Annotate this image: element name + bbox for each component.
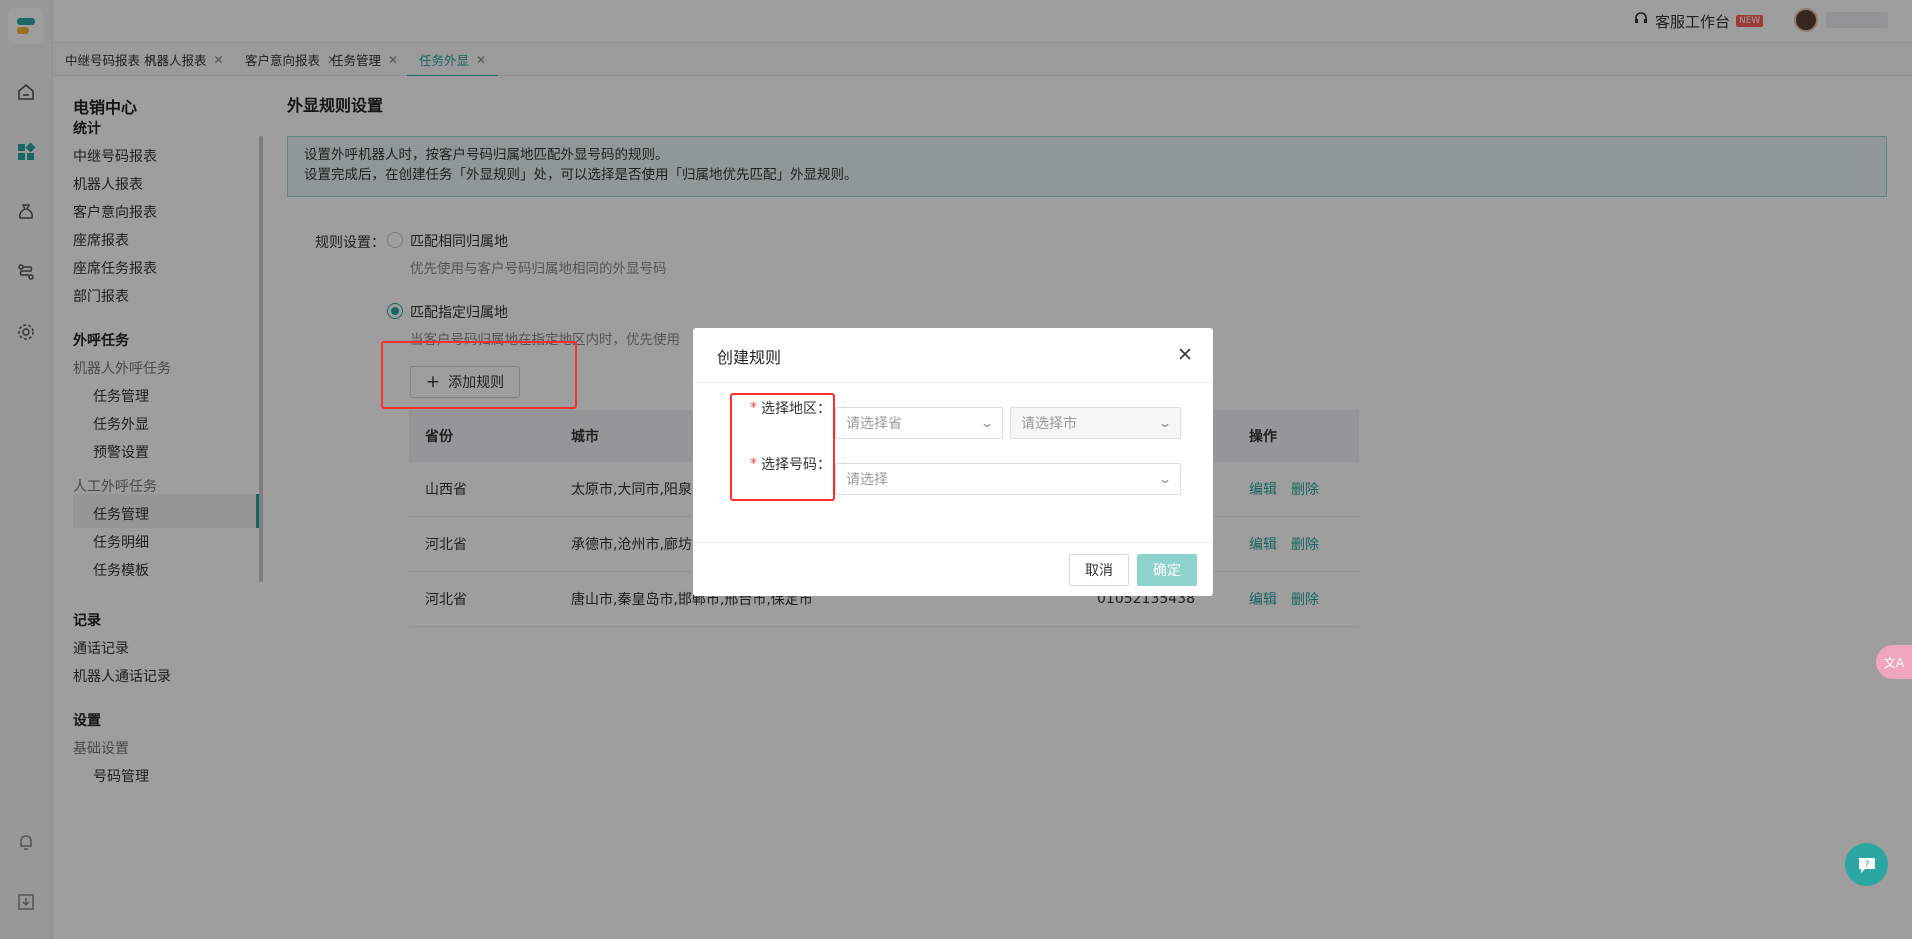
dialog-divider: [693, 542, 1213, 543]
number-select[interactable]: 请选择 ⌄: [835, 463, 1181, 495]
help-chat-button[interactable]: ?: [1845, 843, 1888, 886]
chevron-down-icon: ⌄: [979, 416, 995, 430]
close-icon[interactable]: [1173, 342, 1197, 366]
chevron-down-icon: ⌄: [1157, 416, 1173, 430]
confirm-button[interactable]: 确定: [1137, 554, 1197, 586]
svg-text:?: ?: [1864, 860, 1869, 870]
translate-tab[interactable]: 文A: [1876, 645, 1912, 679]
city-select[interactable]: 请选择市 ⌄: [1010, 407, 1181, 439]
annotation-highlight-form-labels: [730, 393, 835, 501]
chevron-down-icon: ⌄: [1157, 472, 1173, 486]
cancel-button[interactable]: 取消: [1069, 554, 1129, 586]
dialog-title: 创建规则: [717, 348, 782, 367]
province-placeholder: 请选择省: [846, 416, 902, 432]
dialog-divider: [693, 382, 1213, 383]
city-placeholder: 请选择市: [1021, 416, 1077, 432]
number-placeholder: 请选择: [846, 472, 888, 488]
chat-icon: ?: [1858, 857, 1875, 873]
annotation-highlight-add-rule: [381, 341, 577, 409]
province-select[interactable]: 请选择省 ⌄: [835, 407, 1003, 439]
